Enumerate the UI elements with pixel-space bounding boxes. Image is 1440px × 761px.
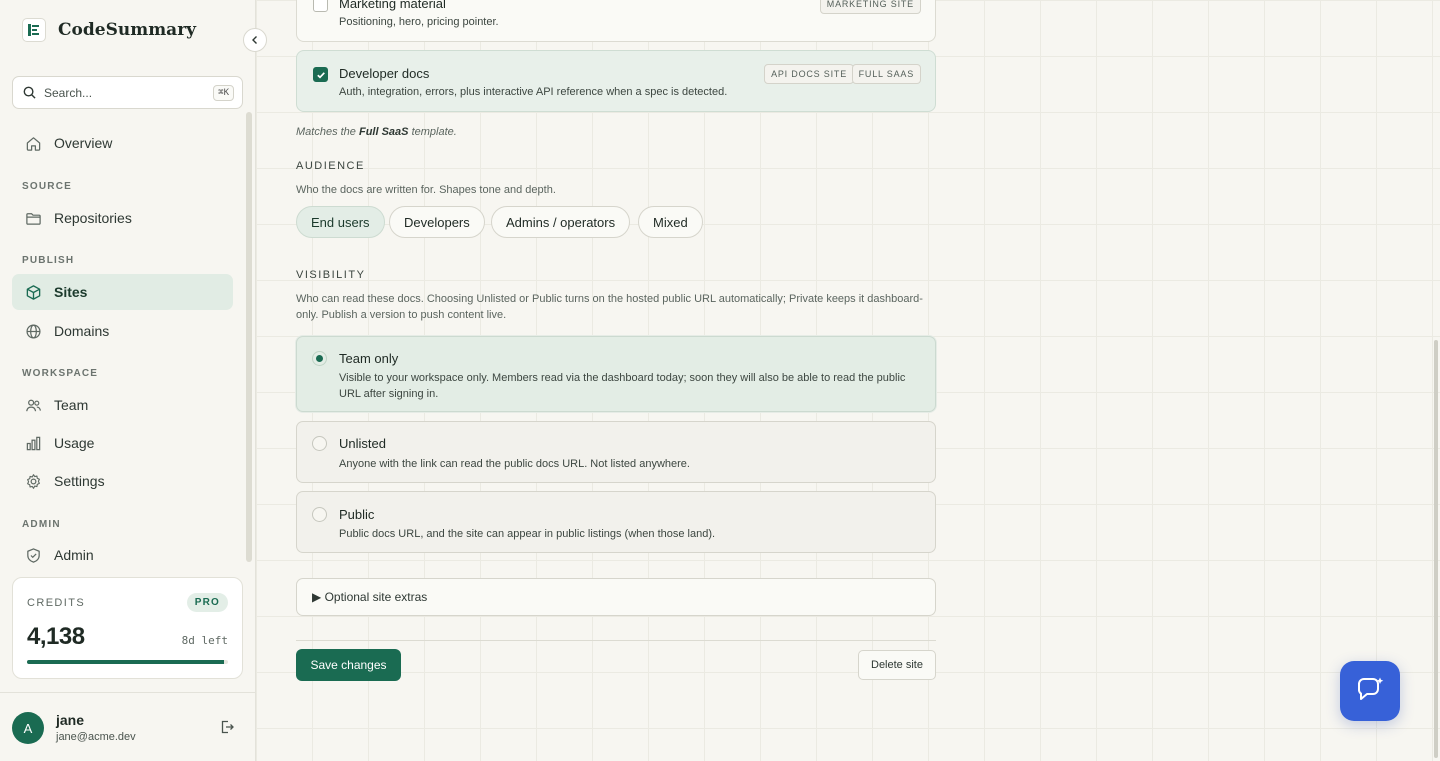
template-note-prefix: Matches the xyxy=(296,126,356,138)
section-label-source: SOURCE xyxy=(22,181,72,192)
search-icon xyxy=(23,86,36,99)
search-placeholder: Search... xyxy=(44,85,93,100)
search-shortcut: ⌘K xyxy=(213,84,234,101)
save-button[interactable]: Save changes xyxy=(296,649,401,681)
developer-docs-checkbox[interactable] xyxy=(313,67,328,82)
visibility-description: Who can read these docs. Choosing Unlist… xyxy=(296,293,923,321)
bar-chart-icon xyxy=(24,434,42,452)
visibility-option-title: Team only xyxy=(339,351,399,366)
cube-icon xyxy=(24,283,42,301)
user-name: jane xyxy=(56,712,85,728)
purpose-card-marketing[interactable]: Marketing material Positioning, hero, pr… xyxy=(296,0,936,42)
home-icon xyxy=(24,134,42,152)
plan-badge: PRO xyxy=(186,593,228,612)
sidebar-item-admin[interactable]: Admin xyxy=(12,537,233,573)
visibility-option-desc: Anyone with the link can read the public… xyxy=(339,458,690,470)
sidebar-item-label: Admin xyxy=(54,547,94,563)
tag-marketing-site: MARKETING SITE xyxy=(819,0,921,14)
section-label-workspace: WORKSPACE xyxy=(22,368,99,379)
check-icon xyxy=(316,71,325,79)
public-radio[interactable] xyxy=(312,507,327,522)
sidebar-item-label: Domains xyxy=(54,323,110,339)
unlisted-radio[interactable] xyxy=(312,436,327,451)
audience-option-mixed[interactable]: Mixed xyxy=(638,206,703,238)
visibility-option-title: Public xyxy=(339,507,375,522)
collapse-sidebar-button[interactable] xyxy=(243,28,267,52)
visibility-option-unlisted[interactable]: Unlisted Anyone with the link can read t… xyxy=(296,421,936,483)
purpose-title: Developer docs xyxy=(339,66,430,81)
sidebar-item-overview[interactable]: Overview xyxy=(12,125,233,161)
audience-option-developers[interactable]: Developers xyxy=(389,206,485,238)
purpose-card-developer-docs[interactable]: Developer docs Auth, integration, errors… xyxy=(296,50,936,112)
visibility-option-desc: Visible to your workspace only. Members … xyxy=(339,372,906,400)
sidebar-item-domains[interactable]: Domains xyxy=(12,313,233,349)
visibility-option-desc: Public docs URL, and the site can appear… xyxy=(339,528,716,540)
credits-value: 4,138 xyxy=(27,623,85,650)
template-name: Full SaaS xyxy=(358,126,409,138)
user-profile: A jane jane@acme.dev xyxy=(0,692,256,761)
purpose-desc: Auth, integration, errors, plus interact… xyxy=(339,86,728,98)
visibility-option-public[interactable]: Public Public docs URL, and the site can… xyxy=(296,491,936,553)
sidebar-item-usage[interactable]: Usage xyxy=(12,425,233,461)
shield-icon xyxy=(24,546,42,564)
sidebar-item-label: Sites xyxy=(54,284,88,300)
logo-icon xyxy=(22,18,46,42)
marketing-checkbox[interactable] xyxy=(313,0,328,12)
sidebar-item-repositories[interactable]: Repositories xyxy=(12,200,233,236)
sidebar: CodeSummary Search... ⌘K Overview SOURCE… xyxy=(0,0,256,761)
sidebar-item-label: Overview xyxy=(54,135,113,151)
section-label-admin: ADMIN xyxy=(22,519,61,530)
credits-label: CREDITS xyxy=(27,597,86,609)
delete-site-button[interactable]: Delete site xyxy=(858,650,936,680)
brand[interactable]: CodeSummary xyxy=(22,18,196,42)
tag-api-docs-site: API DOCS SITE xyxy=(764,64,854,84)
credits-progress-fill xyxy=(27,660,224,664)
avatar[interactable]: A xyxy=(12,712,44,744)
main-scrollbar[interactable] xyxy=(1434,340,1438,758)
folder-icon xyxy=(24,209,42,227)
logout-icon[interactable] xyxy=(219,719,237,737)
gear-icon xyxy=(24,472,42,490)
user-email: jane@acme.dev xyxy=(56,731,136,743)
audience-option-end-users[interactable]: End users xyxy=(296,206,385,238)
divider xyxy=(296,640,936,641)
sidebar-item-label: Usage xyxy=(54,435,95,451)
credits-card: CREDITS PRO 4,138 8d left xyxy=(12,577,243,679)
credits-time-left: 8d left xyxy=(181,634,228,647)
main-content: Marketing material Positioning, hero, pr… xyxy=(256,0,1440,761)
search-input[interactable]: Search... ⌘K xyxy=(12,76,243,109)
section-label-publish: PUBLISH xyxy=(22,255,75,266)
sidebar-item-label: Settings xyxy=(54,473,105,489)
audience-heading: AUDIENCE xyxy=(296,160,365,172)
chat-support-button[interactable] xyxy=(1340,661,1400,721)
sidebar-scrollbar[interactable] xyxy=(246,112,252,562)
sidebar-item-sites[interactable]: Sites xyxy=(12,274,233,310)
app-name: CodeSummary xyxy=(58,20,197,40)
sidebar-item-team[interactable]: Team xyxy=(12,387,233,423)
template-note: Matches the Full SaaS template. xyxy=(296,126,457,138)
team-only-radio[interactable] xyxy=(312,351,327,366)
chevron-left-icon xyxy=(252,36,257,44)
credits-progress-bar xyxy=(27,660,228,664)
sidebar-item-settings[interactable]: Settings xyxy=(12,463,233,499)
chat-icon xyxy=(1357,677,1384,700)
sidebar-item-label: Repositories xyxy=(54,210,132,226)
visibility-option-title: Unlisted xyxy=(339,436,386,451)
audience-option-admins[interactable]: Admins / operators xyxy=(491,206,631,238)
template-note-suffix: template. xyxy=(411,126,457,138)
purpose-desc: Positioning, hero, pricing pointer. xyxy=(339,16,499,28)
tag-full-saas: FULL SAAS xyxy=(851,64,921,84)
users-icon xyxy=(24,396,42,414)
visibility-option-team-only[interactable]: Team only Visible to your workspace only… xyxy=(296,336,936,412)
sidebar-item-label: Team xyxy=(54,397,89,413)
purpose-title: Marketing material xyxy=(339,0,446,11)
optional-site-extras-toggle[interactable]: ▶ Optional site extras xyxy=(296,578,936,616)
audience-description: Who the docs are written for. Shapes ton… xyxy=(296,184,556,196)
globe-icon xyxy=(24,322,42,340)
visibility-heading: VISIBILITY xyxy=(296,269,366,281)
